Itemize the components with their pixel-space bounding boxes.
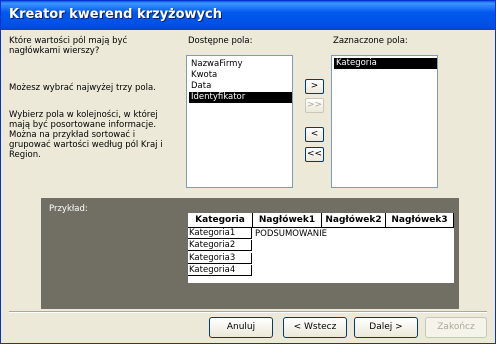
- available-field-item[interactable]: Kwota: [189, 70, 219, 81]
- example-row-label: Kategoria2: [188, 240, 252, 251]
- example-header-col: Nagłówek3: [386, 213, 454, 228]
- title-bar[interactable]: Kreator kwerend krzyżowych: [1, 1, 495, 30]
- back-button[interactable]: < Wstecz: [283, 317, 347, 338]
- available-fields-label: Dostępne pola:: [188, 36, 253, 46]
- order-text-2: mają być posortowane informacje.: [9, 120, 157, 130]
- example-header-col: Nagłówek2: [322, 213, 386, 228]
- selected-fields-list[interactable]: Kategoria: [331, 55, 438, 188]
- example-header-col: Nagłówek1: [253, 213, 322, 228]
- example-preview: Przykład: Kategoria Nagłówek1 Nagłówek2 …: [41, 198, 459, 309]
- selected-field-item[interactable]: Kategoria: [334, 58, 437, 69]
- limit-text: Możesz wybrać najwyżej trzy pola.: [9, 83, 156, 93]
- order-text-3: Można na przykład sortować i: [9, 130, 136, 140]
- wizard-window: Kreator kwerend krzyżowych Które wartośc…: [0, 0, 496, 344]
- example-row-label: Kategoria3: [188, 253, 252, 264]
- remove-field-button[interactable]: <: [305, 127, 324, 142]
- next-button[interactable]: Dalej >: [354, 317, 418, 338]
- remove-all-fields-button[interactable]: <<: [305, 147, 324, 162]
- available-field-item[interactable]: NazwaFirmy: [189, 59, 244, 70]
- example-row-label: Kategoria4: [188, 265, 252, 276]
- window-title: Kreator kwerend krzyżowych: [9, 7, 222, 22]
- footer-separator: [9, 311, 487, 313]
- available-field-item[interactable]: Data: [189, 81, 213, 92]
- example-row-label: Kategoria1: [188, 228, 252, 239]
- finish-button[interactable]: Zakończ: [425, 317, 487, 338]
- example-header-row-label: Kategoria: [188, 213, 253, 228]
- order-text-5: Region.: [9, 150, 41, 160]
- add-field-button[interactable]: >: [305, 79, 324, 94]
- cancel-button[interactable]: Anuluj: [209, 317, 273, 338]
- selected-fields-label: Zaznaczone pola:: [333, 36, 408, 46]
- example-label: Przykład:: [49, 204, 88, 214]
- available-field-item-selected[interactable]: Identyfikator: [189, 92, 292, 103]
- order-text-1: Wybierz pola w kolejności, w której: [9, 110, 158, 120]
- order-text-4: grupować wartości według pól Kraj i: [9, 140, 163, 150]
- example-grid: Kategoria Nagłówek1 Nagłówek2 Nagłówek3 …: [188, 213, 454, 283]
- available-fields-list[interactable]: NazwaFirmy Kwota Data Identyfikator: [186, 55, 293, 188]
- example-summary: PODSUMOWANIE: [255, 229, 327, 239]
- question-text: Które wartości pól mają być nagłówkami w…: [9, 36, 128, 56]
- add-all-fields-button[interactable]: >>: [305, 98, 324, 113]
